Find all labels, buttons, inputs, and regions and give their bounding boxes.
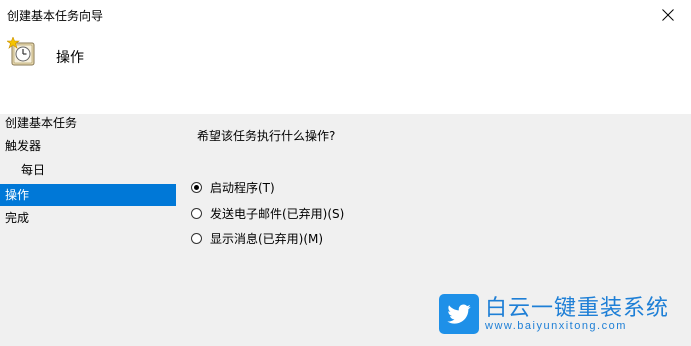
send-email-option[interactable]: 发送电子邮件(已弃用)(S) <box>191 203 344 223</box>
close-button[interactable] <box>645 0 691 30</box>
nav-item-label: 创建基本任务 <box>5 116 78 130</box>
nav-item-label: 每日 <box>21 163 46 177</box>
nav-item-label: 操作 <box>5 188 30 202</box>
close-icon <box>662 9 674 21</box>
radio-button[interactable] <box>191 232 202 244</box>
option-label: 发送电子邮件(已弃用)(S) <box>210 206 345 221</box>
option-label: 启动程序(T) <box>210 180 275 195</box>
action-question: 希望该任务执行什么操作? <box>197 129 336 143</box>
watermark: 白云一键重装系统 www.baiyunxitong.com <box>439 294 669 334</box>
page-title: 操作 <box>56 50 84 66</box>
twitter-bird-icon <box>439 294 479 334</box>
watermark-brand: 白云一键重装系统 <box>485 294 670 320</box>
title-bar: 创建基本任务向导 <box>0 0 691 30</box>
nav-item-label: 触发器 <box>5 139 42 153</box>
nav-item-create-basic-task[interactable]: 创建基本任务 <box>0 112 176 134</box>
nav-item-trigger[interactable]: 触发器 <box>0 135 176 157</box>
step-nav: 创建基本任务 触发器 每日 操作 完成 <box>0 114 176 346</box>
watermark-text: 白云一键重装系统 www.baiyunxitong.com <box>485 294 670 333</box>
nav-item-finish[interactable]: 完成 <box>0 207 176 229</box>
nav-item-action[interactable]: 操作 <box>0 184 176 206</box>
nav-item-daily[interactable]: 每日 <box>0 159 176 181</box>
window-title: 创建基本任务向导 <box>7 9 104 23</box>
start-program-option[interactable]: 启动程序(T) <box>191 177 275 197</box>
radio-button[interactable] <box>191 207 202 219</box>
wizard-header: 操作 <box>0 30 691 114</box>
radio-button[interactable] <box>191 181 202 193</box>
watermark-url: www.baiyunxitong.com <box>485 319 627 332</box>
nav-item-label: 完成 <box>5 211 30 225</box>
task-clock-icon <box>7 37 35 66</box>
display-message-option[interactable]: 显示消息(已弃用)(M) <box>191 228 323 248</box>
option-label: 显示消息(已弃用)(M) <box>210 231 324 246</box>
